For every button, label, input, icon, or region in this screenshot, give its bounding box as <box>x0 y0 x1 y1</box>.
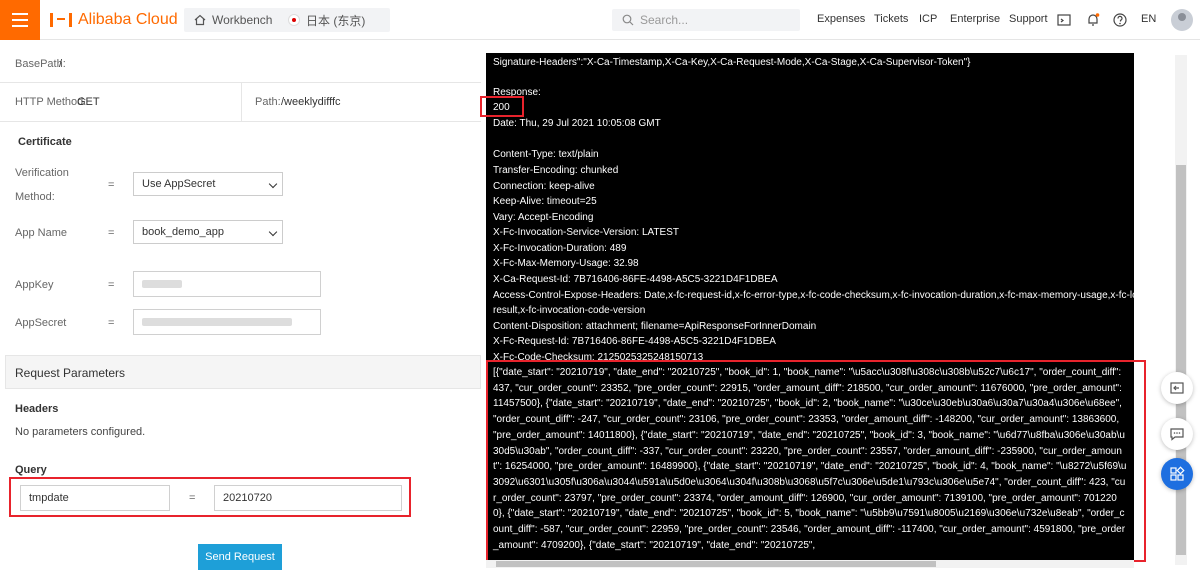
appsecret-label: AppSecret <box>15 317 67 329</box>
console-line: Content-Type: text/plain <box>493 149 599 160</box>
console-line: Connection: keep-alive <box>493 181 595 192</box>
brand-name: Alibaba Cloud <box>78 11 178 28</box>
export-icon <box>1170 382 1184 394</box>
scrollbar-thumb[interactable] <box>496 561 936 567</box>
region-selector[interactable]: 日本 (东京) <box>278 8 390 32</box>
terminal-icon[interactable] <box>1056 12 1072 28</box>
nav-link-tickets[interactable]: Tickets <box>874 13 908 25</box>
console-line: X-Fc-Code-Checksum: 2125025325248150713 <box>493 352 704 363</box>
query-value-value: 20210720 <box>223 492 272 504</box>
response-status-code: 200 <box>493 102 510 113</box>
apps-grid-icon <box>1170 466 1185 481</box>
query-value-field[interactable]: 20210720 <box>214 485 402 511</box>
method-path-row: HTTP Method: GET Path: /weeklydifffc <box>0 83 481 122</box>
chevron-down-icon <box>268 227 278 237</box>
path-value: /weeklydifffc <box>281 96 341 108</box>
feedback-float-button[interactable] <box>1161 372 1193 404</box>
verification-method-select[interactable]: Use AppSecret <box>133 172 283 196</box>
console-line: X-Fc-Invocation-Service-Version: LATEST <box>493 227 679 238</box>
nav-link-enterprise[interactable]: Enterprise <box>950 13 1000 25</box>
console-line: X-Fc-Max-Memory-Usage: 32.98 <box>493 258 639 269</box>
workbench-button[interactable]: Workbench <box>184 8 283 32</box>
alibaba-cloud-logo[interactable]: Alibaba Cloud <box>50 10 178 30</box>
redacted-appsecret <box>142 318 292 327</box>
horizontal-scrollbar[interactable] <box>486 560 1134 568</box>
app-name-value: book_demo_app <box>142 226 224 238</box>
chevron-down-icon <box>268 179 278 189</box>
response-body-json: [{"date_start": "20210719", "date_end": … <box>493 367 1127 551</box>
equals-sign: = <box>108 227 115 239</box>
console-line: result,x-fc-invocation-code-version <box>493 305 646 316</box>
hamburger-menu-icon[interactable] <box>0 0 40 40</box>
console-line: Vary: Accept-Encoding <box>493 212 594 223</box>
search-icon <box>622 14 634 26</box>
chat-icon <box>1170 428 1184 441</box>
workbench-label: Workbench <box>212 13 273 27</box>
query-title: Query <box>15 464 47 476</box>
nav-link-support[interactable]: Support <box>1009 13 1048 25</box>
console-line: X-Fc-Invocation-Duration: 489 <box>493 243 627 254</box>
top-navigation-bar: Alibaba Cloud Workbench 日本 (东京) Search..… <box>0 0 1200 40</box>
verification-method-label: Verification <box>15 167 69 179</box>
console-line: Date: Thu, 29 Jul 2021 10:05:08 GMT <box>493 118 661 129</box>
basepath-value: / <box>59 58 63 70</box>
equals-sign: = <box>108 317 115 329</box>
console-line: Access-Control-Expose-Headers: Date,x-fc… <box>493 290 1134 301</box>
console-line: Keep-Alive: timeout=25 <box>493 196 597 207</box>
equals-sign: = <box>189 492 196 504</box>
query-key-value: tmpdate <box>29 492 69 504</box>
redacted-appkey <box>142 280 182 289</box>
search-placeholder: Search... <box>640 13 689 27</box>
equals-sign: = <box>108 179 115 191</box>
japan-flag-icon <box>288 14 300 26</box>
request-parameters-header: Request Parameters <box>5 355 481 389</box>
nav-link-icp[interactable]: ICP <box>919 13 937 25</box>
verification-method-value: Use AppSecret <box>142 178 216 190</box>
apps-float-button[interactable] <box>1161 458 1193 490</box>
appkey-label: AppKey <box>15 279 54 291</box>
headers-empty-text: No parameters configured. <box>15 426 146 438</box>
appkey-field[interactable] <box>133 271 321 297</box>
headers-title: Headers <box>15 403 59 415</box>
appsecret-field[interactable] <box>133 309 321 335</box>
request-parameters-title: Request Parameters <box>15 366 126 380</box>
user-avatar[interactable] <box>1171 9 1193 31</box>
response-console[interactable]: Signature-Headers":"X-Ca-Timestamp,X-Ca-… <box>486 53 1134 563</box>
alibaba-logo-icon <box>50 13 72 27</box>
scrollbar-thumb[interactable] <box>1176 165 1186 555</box>
certificate-title: Certificate <box>18 136 72 148</box>
console-line: X-Fc-Request-Id: 7B716406-86FE-4498-A5C5… <box>493 336 776 347</box>
path-label: Path: <box>255 96 281 108</box>
console-line: X-Ca-Request-Id: 7B716406-86FE-4498-A5C5… <box>493 274 778 285</box>
console-line: Signature-Headers":"X-Ca-Timestamp,X-Ca-… <box>493 57 971 68</box>
send-request-button[interactable]: Send Request <box>198 544 282 570</box>
language-switch[interactable]: EN <box>1141 13 1156 25</box>
console-line: Content-Disposition: attachment; filenam… <box>493 321 817 332</box>
home-icon <box>194 14 206 26</box>
notification-bell-icon[interactable] <box>1085 12 1101 28</box>
nav-link-expenses[interactable]: Expenses <box>817 13 865 25</box>
region-label: 日本 (东京) <box>306 13 366 28</box>
app-name-label: App Name <box>15 227 67 239</box>
app-name-select[interactable]: book_demo_app <box>133 220 283 244</box>
console-line: Transfer-Encoding: chunked <box>493 165 619 176</box>
http-method-value: GET <box>77 96 100 108</box>
chat-float-button[interactable] <box>1161 418 1193 450</box>
help-icon[interactable] <box>1112 12 1128 28</box>
search-box[interactable]: Search... <box>612 9 800 31</box>
query-key-field[interactable]: tmpdate <box>20 485 170 511</box>
equals-sign: = <box>108 279 115 291</box>
verification-method-label-2: Method: <box>15 191 55 203</box>
divider <box>241 83 242 122</box>
basepath-row: BasePath: / <box>0 41 481 83</box>
http-method-label: HTTP Method: <box>15 96 87 108</box>
console-line: Response: <box>493 87 541 98</box>
